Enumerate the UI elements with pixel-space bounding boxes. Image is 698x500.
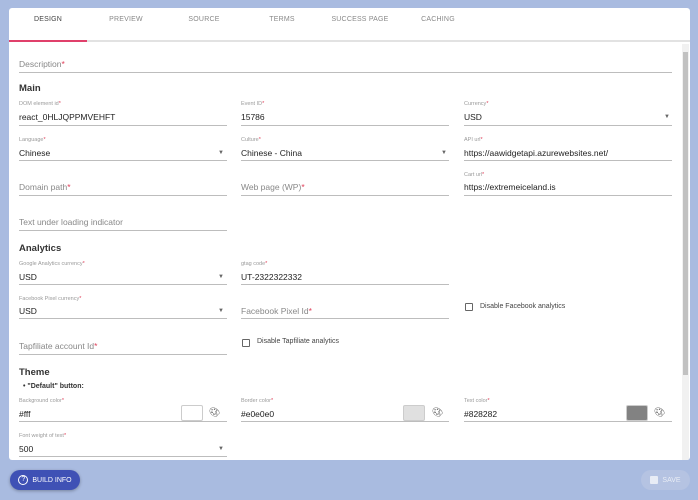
chevron-down-icon: ▼ <box>664 114 670 120</box>
description-input[interactable]: Description* <box>19 59 65 69</box>
gtag-label: gtag code* <box>241 261 268 267</box>
cart-url-input[interactable]: https://extremeiceland.is <box>464 182 556 192</box>
cart-url-label: Cart url* <box>464 172 485 178</box>
bg-color-label: Background color* <box>19 398 64 404</box>
chevron-down-icon: ▼ <box>218 150 224 156</box>
disable-tapfiliate-checkbox[interactable] <box>242 339 250 347</box>
underline <box>19 456 227 457</box>
underline <box>241 125 449 126</box>
border-color-swatch[interactable] <box>403 405 425 421</box>
underline <box>19 284 227 285</box>
tab-bar: DESIGN PREVIEW SOURCE TERMS SUCCESS PAGE… <box>9 8 690 42</box>
description-placeholder: Description <box>19 59 62 69</box>
text-color-swatch[interactable] <box>626 405 648 421</box>
currency-label: Currency* <box>464 101 489 107</box>
font-weight-select[interactable]: 500 <box>19 444 33 454</box>
border-color-label: Border color* <box>241 398 274 404</box>
event-id-label: Event ID* <box>241 101 265 107</box>
underline <box>19 125 227 126</box>
text-color-input[interactable]: #828282 <box>464 409 497 419</box>
tab-success-page[interactable]: SUCCESS PAGE <box>321 8 399 42</box>
domain-path-input[interactable]: Domain path* <box>19 182 71 192</box>
underline <box>241 284 449 285</box>
api-url-label: API url* <box>464 137 483 143</box>
chevron-down-icon: ▼ <box>218 446 224 452</box>
tab-design[interactable]: DESIGN <box>9 8 87 42</box>
dom-id-input[interactable]: react_0HLJQPPMVEHFT <box>19 112 115 122</box>
underline <box>464 160 672 161</box>
settings-panel: DESIGN PREVIEW SOURCE TERMS SUCCESS PAGE… <box>9 8 690 460</box>
theme-heading: Theme <box>19 367 50 378</box>
palette-icon[interactable]: 🎨︎ <box>654 407 665 418</box>
chevron-down-icon: ▼ <box>218 308 224 314</box>
underline <box>19 421 227 422</box>
text-color-label: Text color* <box>464 398 490 404</box>
underline <box>241 318 449 319</box>
border-color-input[interactable]: #e0e0e0 <box>241 409 274 419</box>
fb-currency-label: Facebook Pixel currency* <box>19 296 82 302</box>
underline <box>19 318 227 319</box>
underline <box>464 195 672 196</box>
language-label: Language* <box>19 137 46 143</box>
tab-source[interactable]: SOURCE <box>165 8 243 42</box>
font-weight-label: Font weight of text* <box>19 433 67 439</box>
underline <box>241 421 449 422</box>
palette-icon[interactable]: 🎨︎ <box>209 407 220 418</box>
build-info-button[interactable]: ? BUILD INFO <box>10 470 80 490</box>
underline <box>241 195 449 196</box>
save-icon <box>650 476 659 484</box>
web-page-input[interactable]: Web page (WP)* <box>241 182 305 192</box>
underline <box>19 195 227 196</box>
underline <box>464 421 672 422</box>
description-underline <box>19 72 672 73</box>
tapfiliate-input[interactable]: Tapfiliate account Id* <box>19 341 97 351</box>
build-info-label: BUILD INFO <box>32 476 72 484</box>
tab-caching[interactable]: CACHING <box>399 8 477 42</box>
underline <box>19 354 227 355</box>
fb-currency-select[interactable]: USD <box>19 306 37 316</box>
dom-id-label: DOM element id* <box>19 101 61 107</box>
underline <box>19 160 227 161</box>
currency-select[interactable]: USD <box>464 112 482 122</box>
palette-icon[interactable]: 🎨︎ <box>432 407 443 418</box>
loading-text-input[interactable]: Text under loading indicator <box>19 217 123 227</box>
disable-tapfiliate-label: Disable Tapfiliate analytics <box>257 338 339 345</box>
event-id-input[interactable]: 15786 <box>241 112 265 122</box>
ga-currency-label: Google Analytics currency* <box>19 261 85 267</box>
scrollbar-thumb[interactable] <box>683 52 688 375</box>
save-button[interactable]: SAVE <box>641 470 690 490</box>
api-url-input[interactable]: https://aawidgetapi.azurewebsites.net/ <box>464 148 608 158</box>
save-label: SAVE <box>662 476 681 484</box>
analytics-heading: Analytics <box>19 243 62 254</box>
scrollbar[interactable] <box>682 44 689 460</box>
fb-pixel-input[interactable]: Facebook Pixel Id* <box>241 306 312 316</box>
culture-label: Culture* <box>241 137 261 143</box>
default-button-subheading: • "Default" button: <box>23 383 84 390</box>
help-circle-icon: ? <box>18 475 29 485</box>
chevron-down-icon: ▼ <box>218 274 224 280</box>
gtag-input[interactable]: UT-2322322332 <box>241 272 302 282</box>
tab-preview[interactable]: PREVIEW <box>87 8 165 42</box>
underline <box>19 230 227 231</box>
chevron-down-icon: ▼ <box>441 150 447 156</box>
main-heading: Main <box>19 83 41 94</box>
ga-currency-select[interactable]: USD <box>19 272 37 282</box>
culture-select[interactable]: Chinese - China <box>241 148 302 158</box>
disable-facebook-checkbox[interactable] <box>465 303 473 311</box>
underline <box>241 160 449 161</box>
language-select[interactable]: Chinese <box>19 148 50 158</box>
bg-color-input[interactable]: #fff <box>19 409 31 419</box>
bg-color-swatch[interactable] <box>181 405 203 421</box>
underline <box>464 125 672 126</box>
tab-terms[interactable]: TERMS <box>243 8 321 42</box>
disable-facebook-label: Disable Facebook analytics <box>480 303 566 310</box>
